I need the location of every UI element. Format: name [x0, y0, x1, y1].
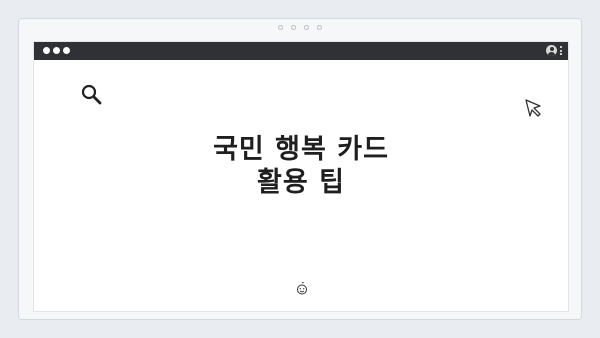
frame-dot [304, 25, 309, 30]
user-icon[interactable] [546, 45, 557, 56]
page-title-line-1: 국민 행복 카드 [213, 134, 389, 165]
browser-window: 국민 행복 카드 활용 팁 [33, 41, 569, 312]
window-dot-minimize[interactable] [53, 47, 60, 54]
cursor-icon [525, 99, 541, 117]
frame-dot [278, 25, 283, 30]
smiley-face-icon [297, 282, 307, 295]
window-dot-close[interactable] [43, 47, 50, 54]
frame-dot [317, 25, 322, 30]
page-title: 국민 행복 카드 활용 팁 [34, 133, 568, 199]
window-dot-maximize[interactable] [63, 47, 70, 54]
search-icon [81, 84, 102, 105]
page: 국민 행복 카드 활용 팁 [0, 0, 600, 338]
title-bar [34, 42, 568, 60]
frame-dot [291, 25, 296, 30]
title-bar-actions [546, 45, 562, 56]
window-controls [43, 47, 70, 54]
page-title-line-2: 활용 팁 [257, 167, 345, 198]
kebab-menu-icon[interactable] [560, 46, 562, 55]
frame-dots [278, 25, 322, 30]
